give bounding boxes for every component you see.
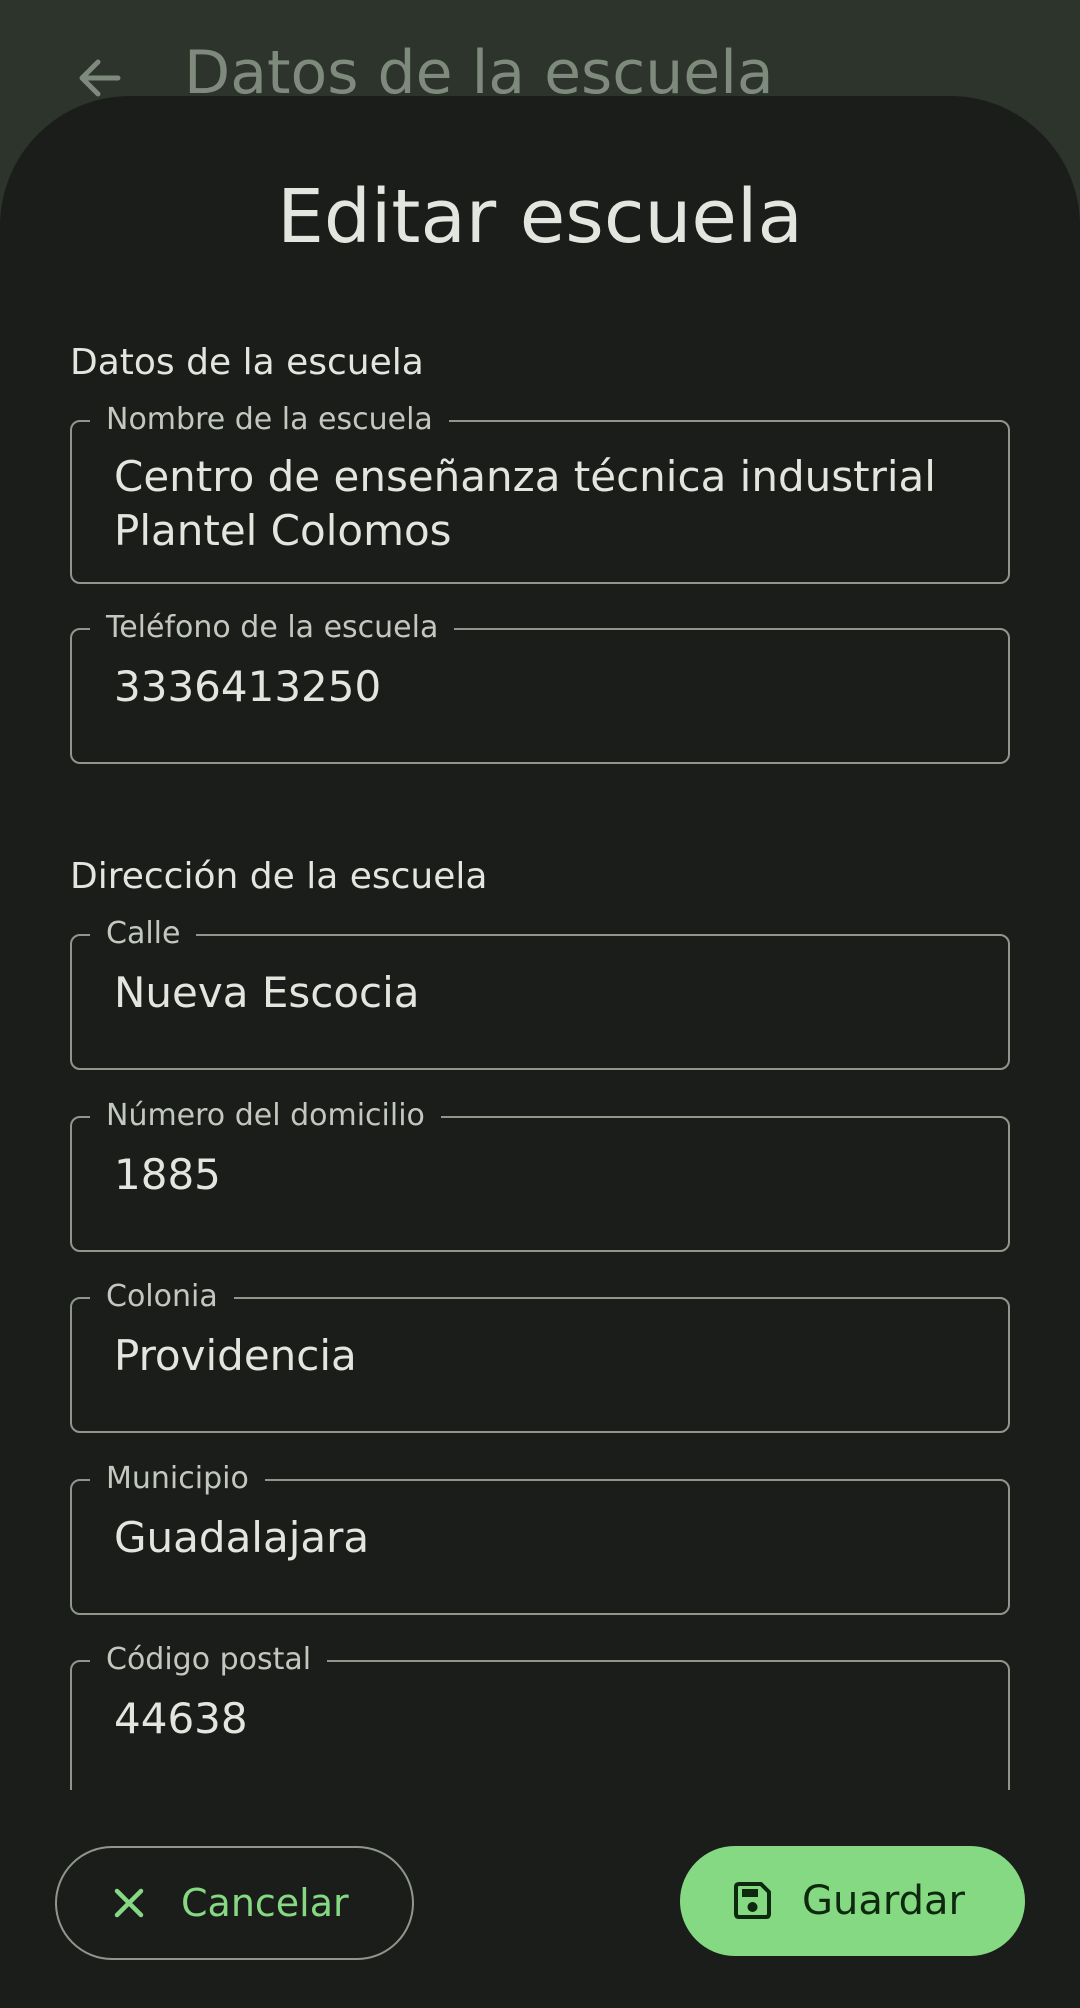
house-number-field[interactable]: Número del domicilio 1885 bbox=[70, 1100, 1010, 1252]
close-icon bbox=[107, 1881, 151, 1925]
municipality-value: Guadalajara bbox=[114, 1513, 370, 1562]
edit-school-sheet: Editar escuela Datos de la escuela Nombr… bbox=[0, 96, 1080, 2008]
neighborhood-value: Providencia bbox=[114, 1331, 357, 1380]
save-icon bbox=[730, 1879, 774, 1923]
school-phone-label: Teléfono de la escuela bbox=[90, 612, 455, 644]
house-number-value: 1885 bbox=[114, 1150, 221, 1199]
house-number-label: Número del domicilio bbox=[90, 1100, 441, 1132]
school-name-field[interactable]: Nombre de la escuela Centro de enseñanza… bbox=[70, 404, 1010, 584]
cancel-button[interactable]: Cancelar bbox=[55, 1846, 414, 1960]
municipality-field[interactable]: Municipio Guadalajara bbox=[70, 1463, 1010, 1615]
zip-code-value: 44638 bbox=[114, 1694, 248, 1743]
street-value: Nueva Escocia bbox=[114, 968, 420, 1017]
school-name-value: Centro de enseñanza técnica industrial P… bbox=[114, 452, 936, 555]
neighborhood-field[interactable]: Colonia Providencia bbox=[70, 1281, 1010, 1433]
school-name-label: Nombre de la escuela bbox=[90, 404, 449, 436]
sheet-title: Editar escuela bbox=[277, 174, 803, 260]
zip-code-label: Código postal bbox=[90, 1644, 328, 1676]
school-phone-field[interactable]: Teléfono de la escuela 3336413250 bbox=[70, 612, 1010, 764]
save-button[interactable]: Guardar bbox=[680, 1846, 1025, 1956]
cancel-button-label: Cancelar bbox=[181, 1881, 349, 1925]
section-label-school-data: Datos de la escuela bbox=[70, 342, 424, 383]
neighborhood-label: Colonia bbox=[90, 1281, 234, 1313]
street-label: Calle bbox=[90, 918, 197, 950]
municipality-label: Municipio bbox=[90, 1463, 265, 1495]
school-phone-value: 3336413250 bbox=[114, 662, 382, 711]
save-button-label: Guardar bbox=[802, 1878, 965, 1924]
section-label-address: Dirección de la escuela bbox=[70, 856, 488, 897]
street-field[interactable]: Calle Nueva Escocia bbox=[70, 918, 1010, 1070]
